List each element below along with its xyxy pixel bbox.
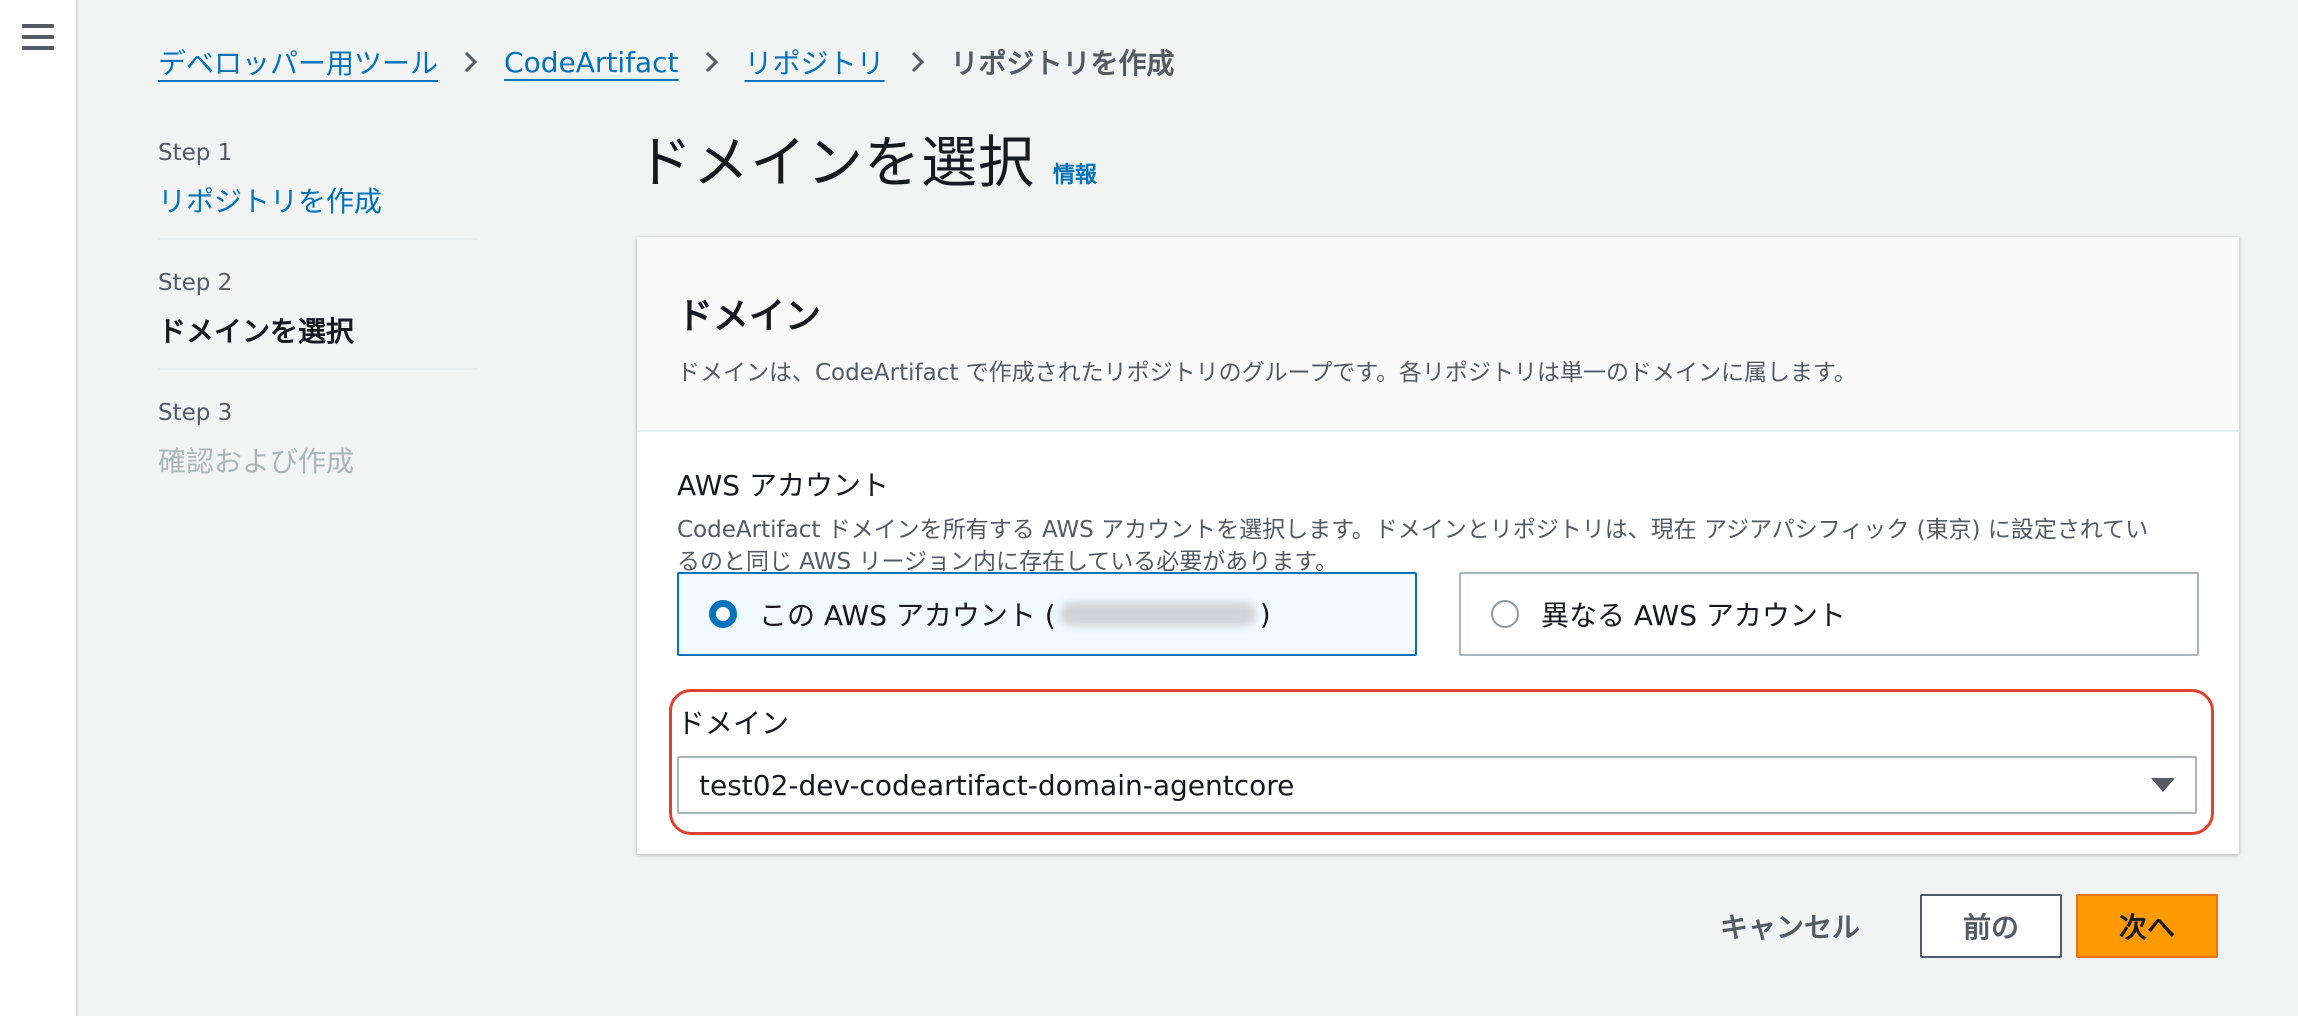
domain-selected-value: test02-dev-codeartifact-domain-agentcore: [699, 768, 1295, 802]
container-body: AWS アカウント CodeArtifact ドメインを所有する AWS アカウ…: [637, 432, 2239, 814]
hamburger-menu-icon[interactable]: [22, 24, 54, 52]
step-number: Step 3: [158, 400, 233, 426]
tile-label-suffix: ): [1259, 597, 1271, 631]
wizard-step-2: Step 2 ドメインを選択: [158, 270, 478, 370]
breadcrumb-current: リポジトリを作成: [950, 47, 1175, 80]
step-number: Step 1: [158, 140, 233, 166]
container-title: ドメイン: [677, 296, 822, 337]
domain-field: ドメイン test02-dev-codeartifact-domain-agen…: [677, 702, 2197, 814]
breadcrumb-codeartifact[interactable]: CodeArtifact: [504, 46, 679, 79]
radio-checked-icon[interactable]: [709, 600, 737, 628]
breadcrumb-repositories[interactable]: リポジトリ: [745, 42, 885, 82]
tile-label-prefix: この AWS アカウント (: [759, 599, 1056, 632]
wizard-step-3: Step 3 確認および作成: [158, 400, 478, 498]
previous-button[interactable]: 前の: [1920, 894, 2063, 958]
chevron-right-icon: [911, 51, 925, 73]
domain-select[interactable]: test02-dev-codeartifact-domain-agentcore: [677, 756, 2197, 814]
different-aws-account-label: 異なる AWS アカウント: [1541, 599, 1846, 632]
chevron-right-icon: [705, 51, 719, 73]
page-header: ドメインを選択 情報: [636, 118, 1097, 199]
page-title: ドメインを選択: [636, 131, 1035, 196]
step-title-review-create: 確認および作成: [158, 445, 355, 478]
side-navigation-rail: [0, 0, 78, 1016]
breadcrumb: デベロッパー用ツール CodeArtifact リポジトリ リポジトリを作成: [158, 40, 1175, 84]
account-tiles: この AWS アカウント ( ) 異なる AWS アカウント: [677, 572, 2199, 656]
info-link[interactable]: 情報: [1053, 157, 1097, 189]
step-title-create-repository[interactable]: リポジトリを作成: [158, 180, 478, 220]
wizard-step-1: Step 1 リポジトリを作成: [158, 140, 478, 240]
wizard-actions: キャンセル 前の 次へ: [1720, 894, 2219, 958]
redacted-account-id: [1059, 602, 1256, 626]
step-number: Step 2: [158, 270, 233, 296]
container-description: ドメインは、CodeArtifact で作成されたリポジトリのグループです。各リ…: [677, 360, 1857, 386]
step-title-select-domain: ドメインを選択: [158, 315, 355, 348]
cancel-button[interactable]: キャンセル: [1720, 906, 1860, 946]
radio-unchecked-icon[interactable]: [1491, 600, 1519, 628]
container-header: ドメイン ドメインは、CodeArtifact で作成されたリポジトリのグループ…: [637, 237, 2239, 432]
domain-container: ドメイン ドメインは、CodeArtifact で作成されたリポジトリのグループ…: [637, 237, 2239, 854]
chevron-right-icon: [464, 51, 478, 73]
this-aws-account-label: この AWS アカウント ( ): [759, 594, 1271, 634]
aws-account-label: AWS アカウント: [677, 469, 889, 502]
aws-account-description: CodeArtifact ドメインを所有する AWS アカウントを選択します。ド…: [677, 514, 2199, 578]
this-aws-account-tile[interactable]: この AWS アカウント ( ): [677, 572, 1417, 656]
next-button[interactable]: 次へ: [2076, 894, 2219, 958]
different-aws-account-tile[interactable]: 異なる AWS アカウント: [1459, 572, 2199, 656]
wizard-steps: Step 1 リポジトリを作成 Step 2 ドメインを選択 Step 3 確認…: [158, 140, 478, 528]
breadcrumb-developer-tools[interactable]: デベロッパー用ツール: [158, 42, 438, 82]
domain-label: ドメイン: [677, 707, 790, 740]
caret-down-icon: [2151, 778, 2175, 792]
aws-account-description-line: CodeArtifact ドメインを所有する AWS アカウントを選択します。ド…: [677, 517, 2149, 543]
